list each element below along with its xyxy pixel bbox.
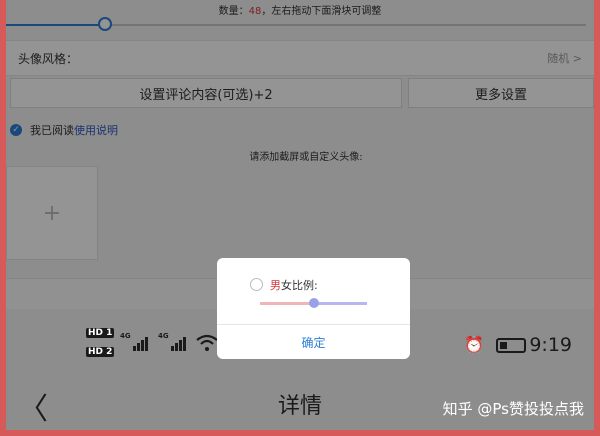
app-screen: 数量：48，左右拖动下面滑块可调整 头像风格： 随机 > 设置评论内容(可选)+… — [6, 0, 594, 430]
modal-backdrop[interactable] — [6, 0, 594, 430]
male-ratio-bar — [260, 302, 314, 305]
confirm-button[interactable]: 确定 — [217, 325, 410, 359]
gender-ratio-dialog: 男女比例: 确定 — [217, 258, 410, 359]
nav-bar: 〈 详情 知乎 @Ps赞投投点我 — [6, 378, 594, 430]
gender-ratio-label: 男女比例: — [270, 279, 318, 292]
signal-strength-2-icon: 4G — [158, 332, 187, 351]
gender-ratio-radio[interactable] — [250, 278, 263, 291]
zhihu-watermark: 知乎 @Ps赞投投点我 — [442, 400, 584, 418]
gender-ratio-slider-knob[interactable] — [309, 298, 319, 308]
alarm-icon: ⏰ — [464, 335, 484, 354]
wifi-icon — [196, 334, 218, 351]
hd2-indicator: HD 2 — [86, 347, 115, 357]
battery-icon — [496, 338, 526, 353]
hd1-indicator: HD 1 — [86, 328, 115, 338]
signal-strength-1-icon: 4G — [120, 332, 149, 351]
female-ratio-bar — [314, 302, 367, 305]
status-time: 9:19 — [529, 334, 572, 356]
